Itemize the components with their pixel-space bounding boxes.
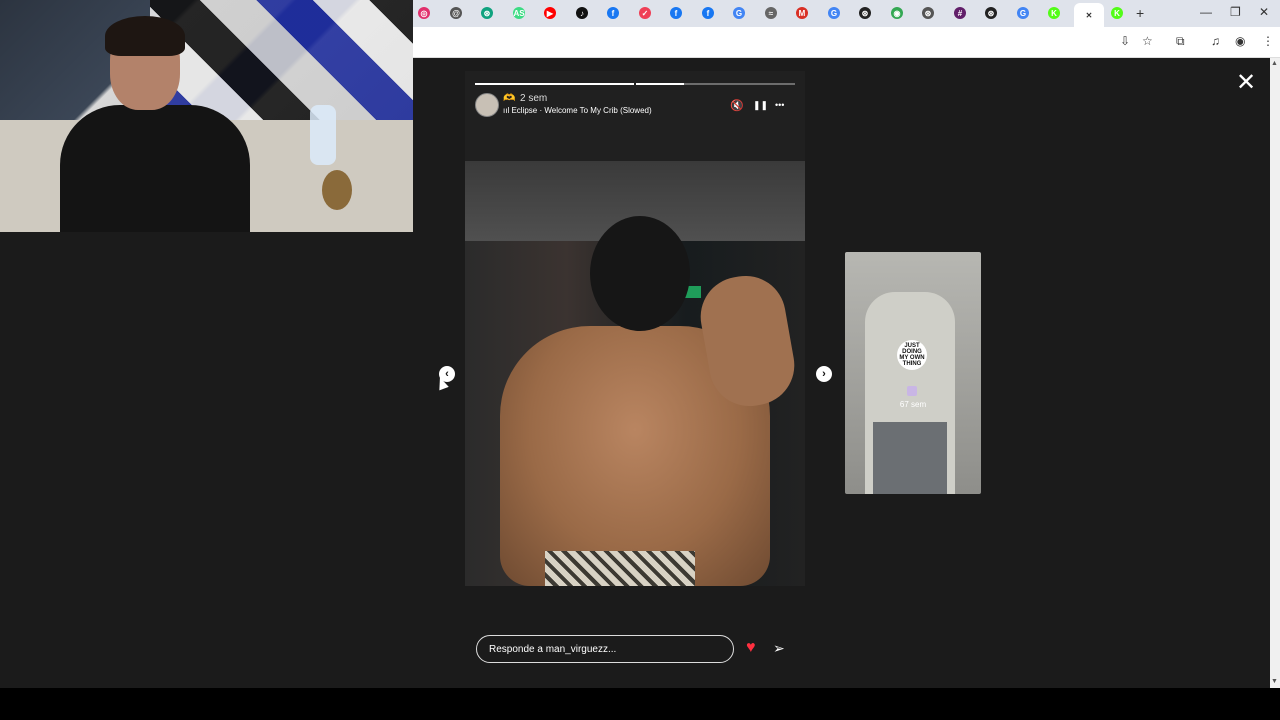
browser-tab[interactable]: ♪ <box>570 4 594 22</box>
webcam-overlay <box>0 0 413 232</box>
preview-time-ago: 67 sem <box>899 400 927 409</box>
browser-tab[interactable]: ⊛ <box>979 4 1003 22</box>
webcam-person-hair <box>105 16 185 56</box>
minimize-button[interactable]: — <box>1200 5 1212 19</box>
youtube-icon: ▶ <box>544 7 556 19</box>
bookmark-star-icon[interactable]: ☆ <box>1142 34 1153 48</box>
scroll-up-arrow-icon[interactable]: ▲ <box>1271 60 1278 67</box>
browser-tab[interactable]: ⊛ <box>475 4 499 22</box>
google-icon: G <box>828 7 840 19</box>
kick-icon: K <box>1048 7 1060 19</box>
browser-tab[interactable]: ▶ <box>538 4 562 22</box>
browser-tab[interactable]: ≈ <box>759 4 783 22</box>
tiktok-icon: ♪ <box>576 7 588 19</box>
browser-tab[interactable]: ⊛ <box>916 4 940 22</box>
webcam-microphone <box>322 170 352 210</box>
story-photo-shorts <box>545 551 695 586</box>
pocket-icon: ✓ <box>639 7 651 19</box>
mute-icon[interactable]: 🔇 <box>730 99 744 112</box>
chatgpt-icon: ⊛ <box>859 7 871 19</box>
slack-icon: # <box>954 7 966 19</box>
install-app-icon[interactable]: ⇩ <box>1120 34 1130 48</box>
app-icon: AS <box>513 7 525 19</box>
extensions-icon[interactable]: ⧉ <box>1176 34 1185 49</box>
browser-tab[interactable]: M <box>790 4 814 22</box>
browser-tab[interactable]: ◉ <box>885 4 909 22</box>
next-story-button[interactable]: › <box>816 366 832 382</box>
webcam-person-shirt <box>60 105 250 232</box>
screen-bottom-bar <box>0 688 1280 720</box>
browser-tab[interactable]: ✓ <box>633 4 657 22</box>
maps-icon: ◉ <box>891 7 903 19</box>
browser-tab[interactable]: # <box>948 4 972 22</box>
browser-tab[interactable]: G <box>822 4 846 22</box>
browser-tab[interactable]: ✕ <box>1074 3 1104 27</box>
threads-icon: @ <box>450 7 462 19</box>
story-header: 🫶 2 sem ııl Eclipse · Welcome To My Crib… <box>475 93 795 117</box>
browser-tab[interactable]: f <box>664 4 688 22</box>
preview-author-avatar: JUST DOING MY OWN THING <box>897 340 927 370</box>
story-photo-hair <box>590 216 690 331</box>
webcam-water-bottle <box>310 105 336 165</box>
story-progress-fill <box>636 83 684 85</box>
browser-tab[interactable]: G <box>1011 4 1035 22</box>
scroll-down-arrow-icon[interactable]: ▼ <box>1271 678 1278 685</box>
webcam-person <box>60 16 250 232</box>
browser-menu-icon[interactable]: ⋮ <box>1262 34 1274 48</box>
chatgpt-icon: ⊛ <box>922 7 934 19</box>
send-icon[interactable]: ➢ <box>773 641 785 655</box>
story-time-ago: 2 sem <box>520 93 548 104</box>
chatgpt-icon: ⊛ <box>985 7 997 19</box>
facebook-icon: f <box>702 7 714 19</box>
browser-tab[interactable]: f <box>696 4 720 22</box>
instagram-icon: ◎ <box>418 7 430 19</box>
browser-tab[interactable]: @ <box>444 4 468 22</box>
page-scrollbar[interactable]: ▲ ▼ <box>1270 58 1280 688</box>
facebook-icon: f <box>607 7 619 19</box>
browser-tab[interactable]: f <box>601 4 625 22</box>
next-story-preview[interactable]: JUST DOING MY OWN THING 67 sem <box>845 252 981 494</box>
more-options-icon[interactable]: ••• <box>775 100 784 110</box>
restore-button[interactable]: ❐ <box>1230 5 1241 19</box>
browser-tab[interactable]: K <box>1105 4 1129 22</box>
google-icon: G <box>1017 7 1029 19</box>
story-emoji: 🫶 <box>503 93 516 104</box>
chatgpt-icon: ⊛ <box>481 7 493 19</box>
window-close-button[interactable]: ✕ <box>1259 5 1269 19</box>
pause-icon[interactable]: ❚❚ <box>753 100 768 111</box>
preview-emoji-icon <box>907 386 917 396</box>
close-viewer-button[interactable]: ✕ <box>1236 71 1256 95</box>
browser-tab[interactable]: ◎ <box>412 4 436 22</box>
kick-icon: K <box>1111 7 1123 19</box>
profile-avatar-icon[interactable]: ◉ <box>1235 34 1245 48</box>
browser-tab[interactable]: ⊛ <box>853 4 877 22</box>
browser-tab[interactable]: G <box>727 4 751 22</box>
google-icon: G <box>733 7 745 19</box>
browser-tab[interactable]: AS <box>507 4 531 22</box>
browser-tab[interactable]: K <box>1042 4 1066 22</box>
story-author-avatar[interactable] <box>475 93 499 117</box>
story-progress-fill <box>475 83 634 85</box>
close-icon: ✕ <box>1085 10 1093 20</box>
site-icon: ≈ <box>765 7 777 19</box>
like-heart-icon[interactable]: ♥ <box>746 640 756 656</box>
story-song-label[interactable]: ııl Eclipse · Welcome To My Crib (Slowed… <box>503 106 652 115</box>
reply-input[interactable]: Responde a man_virguezz... <box>476 635 734 663</box>
gmail-icon: M <box>796 7 808 19</box>
facebook-icon: f <box>670 7 682 19</box>
story-progress-segment <box>636 83 795 85</box>
reply-placeholder: Responde a man_virguezz... <box>489 643 617 655</box>
story-progress-segment <box>475 83 634 85</box>
media-control-icon[interactable]: ♫ <box>1211 34 1220 48</box>
new-tab-button[interactable]: + <box>1136 5 1144 21</box>
preview-jeans <box>873 422 947 494</box>
story-media[interactable]: 🫶 2 sem ııl Eclipse · Welcome To My Crib… <box>465 71 805 586</box>
